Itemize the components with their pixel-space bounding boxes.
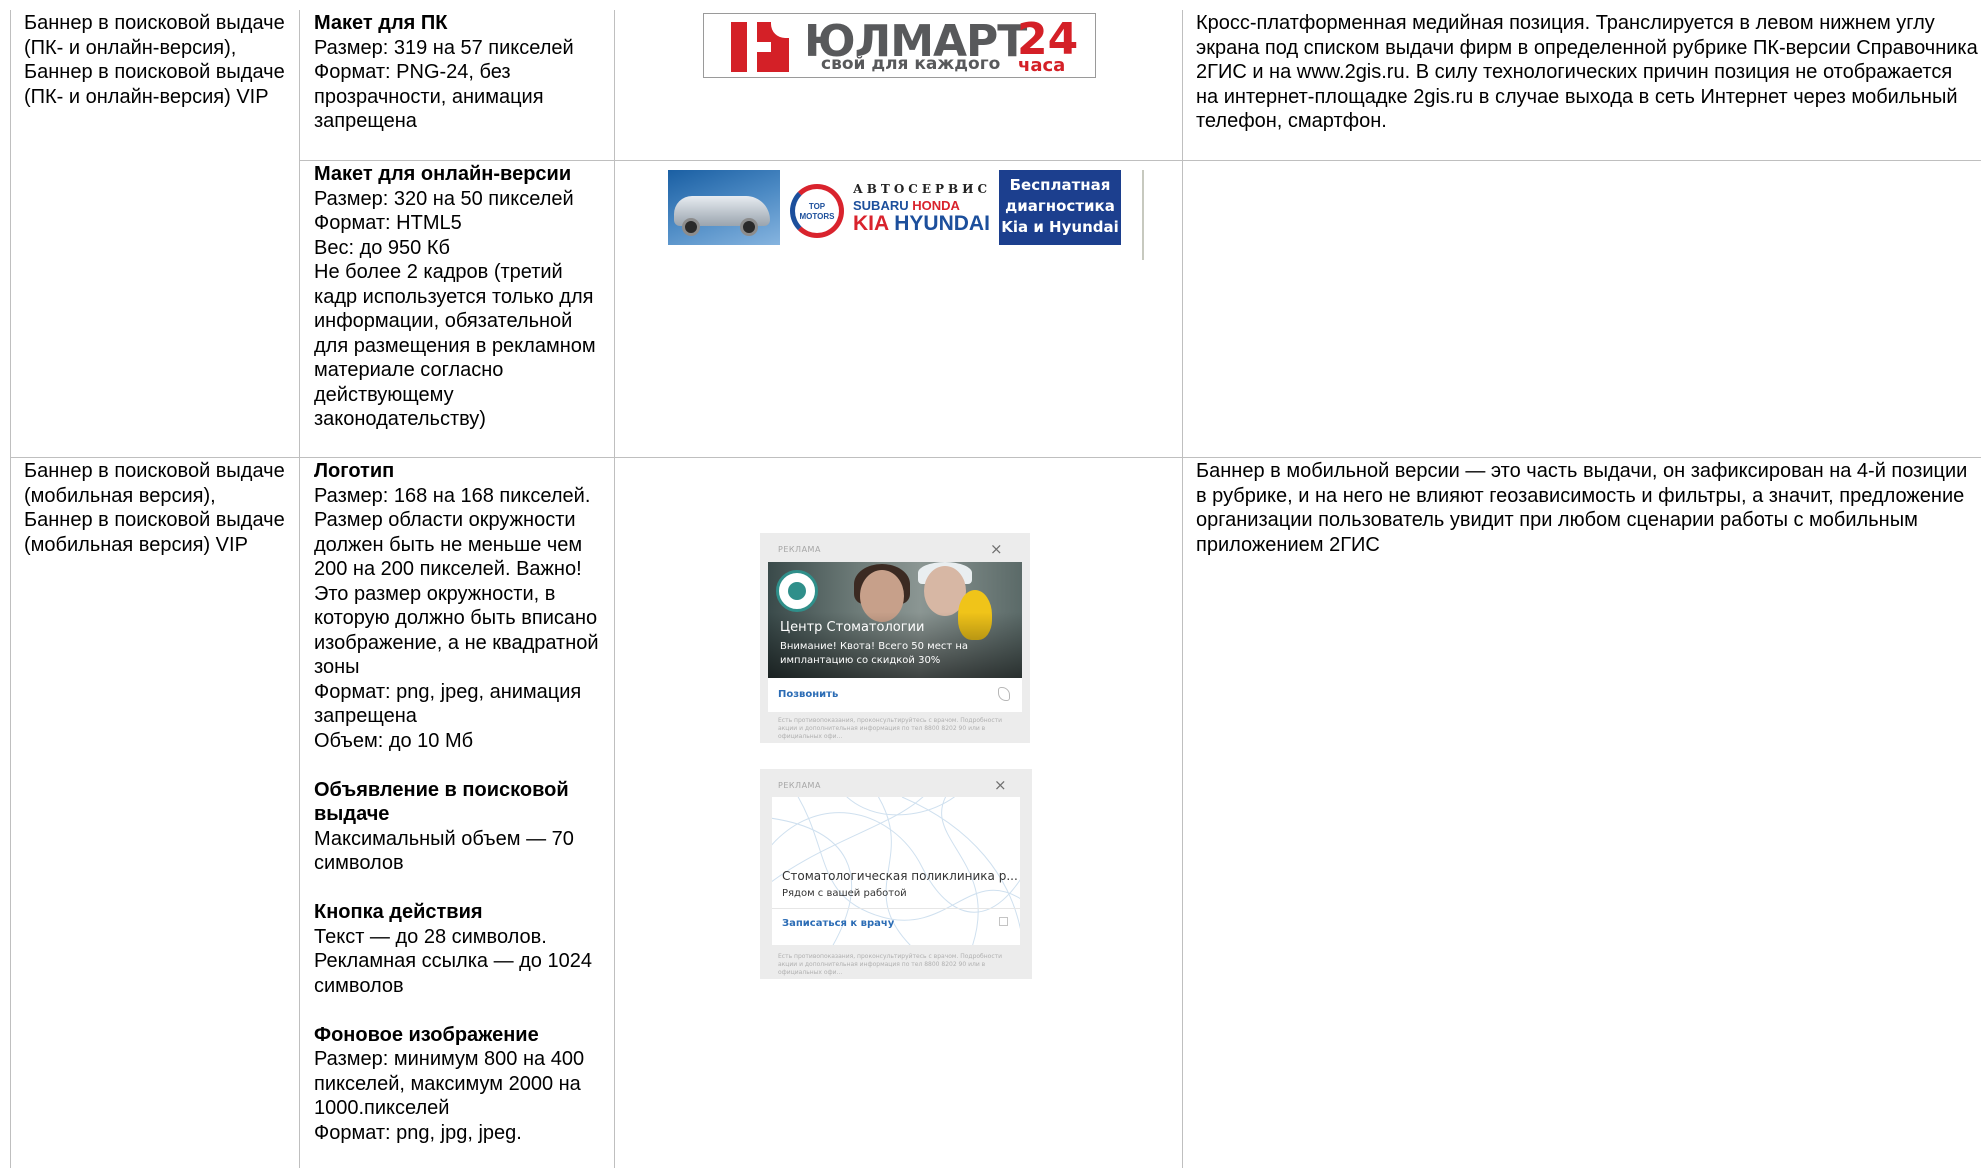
spec-line: Текст — до 28 символов. [314, 925, 547, 948]
brand-hyundai: HYUNDAI [894, 212, 990, 235]
description-text: Кросс-платформенная медийная позиция. Тр… [1196, 12, 1978, 132]
card-action: Позвонить [778, 689, 839, 700]
placement-cell: Баннер в поисковой выдаче (ПК- и онлайн-… [24, 11, 289, 109]
promo-line: Kia и Hyundai [1001, 218, 1119, 236]
grid-line [1182, 10, 1183, 1168]
card-fine-print: Есть противопоказания, проконсультируйте… [778, 953, 1003, 976]
grid-line [614, 10, 615, 1168]
promo-line: диагностика [1005, 197, 1115, 215]
spec-title: Макет для онлайн-версии [314, 163, 572, 185]
brand-honda: HONDA [912, 198, 960, 213]
spec-title: Логотип [314, 460, 395, 482]
spec-title: Макет для ПК [314, 12, 448, 34]
ulmart-banner-image: ЮЛМАРТ свой для каждого 24 часа [703, 13, 1096, 78]
spec-cell-online: Макет для онлайн-версии Размер: 320 на 5… [314, 162, 609, 456]
banner-tagline: свой для каждого [821, 54, 1001, 74]
card-action-bar: Позвонить [768, 678, 1022, 712]
placement-text: Баннер в поисковой выдаче (мобильная вер… [24, 460, 285, 556]
ulmart-logo-icon [731, 22, 789, 72]
spec-line: Объем: до 10 Мб [314, 729, 474, 752]
banner-tagline-suffix: часа [1018, 55, 1066, 76]
spec-line: Не более 2 кадров (третий кадр используе… [314, 261, 596, 430]
spec-line: Размер: минимум 800 на 400 пикселей, мак… [314, 1048, 585, 1119]
close-icon: × [994, 776, 1007, 794]
spec-line: Размер: 320 на 50 пикселей [314, 187, 574, 210]
banner-line1: АВТОСЕРВИС [853, 182, 992, 196]
card-subtitle: Внимание! Квота! Всего 50 мест на имплан… [780, 641, 969, 666]
spec-line: Вес: до 950 Кб [314, 236, 450, 259]
promo-line: Бесплатная [1009, 176, 1111, 194]
spec-cell-mobile: Логотип Размер: 168 на 168 пикселей. Раз… [314, 459, 609, 1168]
ad-label: РЕКЛАМА [778, 545, 821, 554]
close-icon: × [990, 540, 1003, 558]
spec-title: Кнопка действия [314, 901, 483, 923]
grid-line [299, 10, 300, 1168]
spec-line: Формат: HTML5 [314, 212, 462, 234]
dentist-photo: Центр Стоматологии Внимание! Квота! Всег… [768, 562, 1022, 678]
card-title: Центр Стоматологии [780, 620, 925, 635]
phone-icon [998, 687, 1010, 701]
description-cell: Кросс-платформенная медийная позиция. Тр… [1196, 11, 1978, 134]
placement-text: Баннер в поисковой выдаче (ПК- и онлайн-… [24, 12, 285, 108]
grid-line [10, 457, 1981, 458]
card-body: Стоматологическая поликлиника р... Рядом… [772, 797, 1020, 945]
banner-brands-small: SUBARU HONDA [853, 198, 960, 213]
mobile-ad-card-image: РЕКЛАМА × Центр Стоматологии Внимание! К… [760, 533, 1030, 743]
top-motors-logo: TOP MOTORS [790, 184, 844, 238]
divider [772, 908, 1020, 909]
card-fine-print: Есть противопоказания, проконсультируйте… [778, 717, 1003, 740]
mobile-ad-card-image: РЕКЛАМА × Стоматологическая поликлиника … [760, 769, 1032, 979]
card-title: Стоматологическая поликлиника р... [782, 869, 1018, 883]
car-image [668, 170, 780, 245]
spec-line: Максимальный объем — 70 символов [314, 827, 574, 875]
placement-cell: Баннер в поисковой выдаче (мобильная вер… [24, 459, 289, 557]
card-subtitle: Рядом с вашей работой [782, 888, 907, 899]
brand-kia: KIA [853, 212, 889, 235]
autoservice-banner-image: TOP MOTORS АВТОСЕРВИС SUBARU HONDA KIA H… [668, 170, 1144, 260]
card-action: Записаться к врачу [782, 918, 895, 929]
spec-line: Рекламная ссылка — до 1024 символов [314, 950, 592, 997]
spec-line: Размер: 168 на 168 пикселей. Размер обла… [314, 484, 599, 679]
banner-brands-large: KIA HYUNDAI [853, 212, 990, 236]
description-text: Баннер в мобильной версии — это часть вы… [1196, 460, 1968, 556]
ad-label: РЕКЛАМА [778, 781, 821, 790]
grid-line [299, 160, 1981, 161]
brand-subaru: SUBARU [853, 198, 909, 213]
external-link-icon [999, 917, 1008, 926]
spec-line: Формат: png, jpg, jpeg. [314, 1121, 522, 1144]
spec-cell-pc: Макет для ПК Размер: 319 на 57 пикселей … [314, 11, 609, 134]
clinic-logo-icon [776, 570, 818, 612]
promo-block: Бесплатная диагностика Kia и Hyundai [999, 170, 1121, 245]
grid-line [10, 10, 11, 1168]
spec-line: Формат: png, jpeg, анимация запрещена [314, 680, 582, 728]
banner-edge [1142, 170, 1144, 260]
spec-title: Объявление в поисковой выдаче [314, 778, 569, 826]
spec-line: Формат: PNG-24, без прозрачности, анимац… [314, 61, 544, 132]
spec-title: Фоновое изображение [314, 1023, 539, 1046]
spec-line: Размер: 319 на 57 пикселей [314, 36, 574, 59]
description-cell: Баннер в мобильной версии — это часть вы… [1196, 459, 1978, 557]
